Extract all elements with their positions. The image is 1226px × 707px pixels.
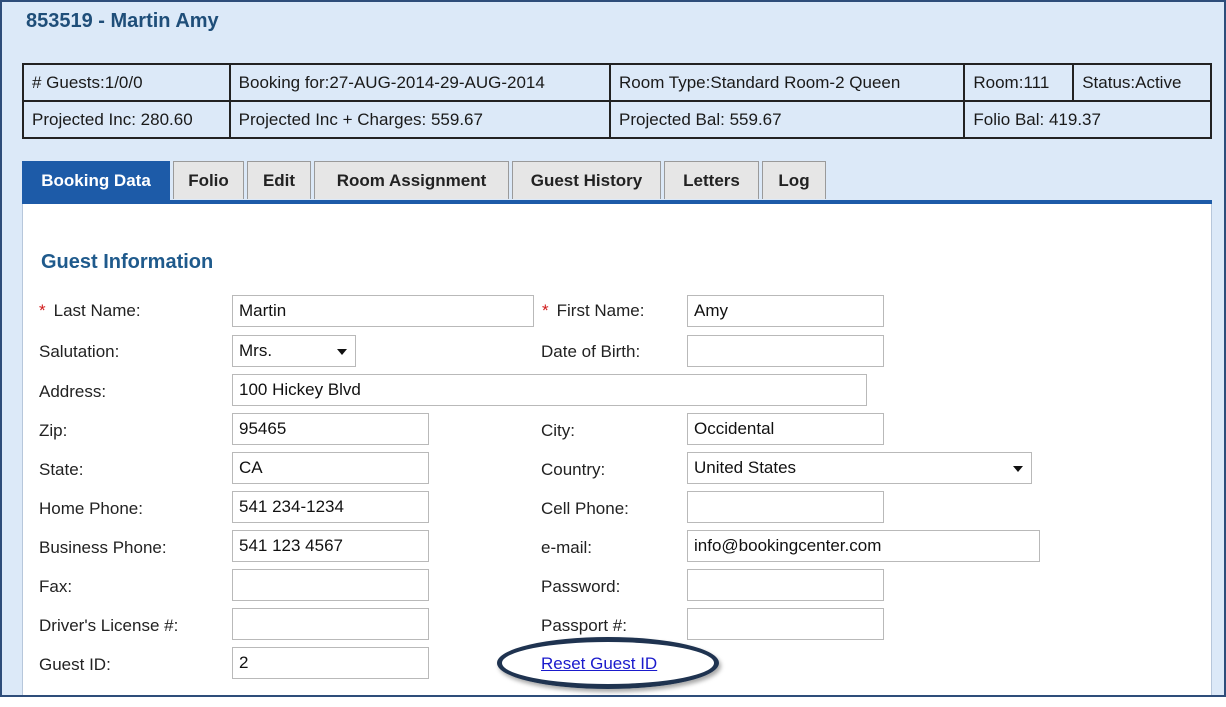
address-input[interactable]: 100 Hickey Blvd [232, 374, 867, 406]
state-label: State: [39, 460, 84, 479]
guest-id-input[interactable]: 2 [232, 647, 429, 679]
projected-income-charges: Projected Inc + Charges: 559.67 [228, 100, 612, 139]
required-marker: * [542, 301, 549, 320]
booking-dates: Booking for:27-AUG-2014-29-AUG-2014 [228, 63, 612, 102]
tab-guest-history[interactable]: Guest History [512, 161, 661, 199]
fax-input[interactable] [232, 569, 429, 601]
guest-information-panel: Guest Information * Last Name: Martin * Fi… [22, 204, 1212, 695]
booking-window: 853519 - Martin Amy # Guests:1/0/0 Booki… [0, 0, 1226, 697]
address-label: Address: [39, 382, 107, 401]
folio-balance: Folio Bal: 419.37 [963, 100, 1212, 139]
cell-phone-label: Cell Phone: [541, 499, 629, 518]
email-label: e-mail: [541, 538, 593, 557]
last-name-input[interactable]: Martin [232, 295, 534, 327]
first-name-label: * First Name: [542, 301, 644, 321]
required-marker: * [39, 301, 46, 320]
business-phone-input[interactable]: 541 123 4567 [232, 530, 429, 562]
passport-input[interactable] [687, 608, 884, 640]
last-name-label-text: Last Name: [53, 301, 141, 320]
salutation-select[interactable]: Mrs. [232, 335, 356, 367]
first-name-input[interactable]: Amy [687, 295, 884, 327]
guests-count: # Guests:1/0/0 [22, 63, 231, 102]
tab-log[interactable]: Log [762, 161, 826, 199]
summary-row: # Guests:1/0/0 Booking for:27-AUG-2014-2… [22, 63, 1212, 102]
drivers-license-label: Driver's License #: [39, 616, 179, 635]
first-name-label-text: First Name: [556, 301, 645, 320]
section-title: Guest Information [41, 251, 214, 273]
city-label: City: [541, 421, 575, 440]
salutation-value: Mrs. [239, 341, 273, 360]
tab-room-assignment[interactable]: Room Assignment [314, 161, 509, 199]
country-select[interactable]: United States [687, 452, 1032, 484]
passport-label: Passport #: [541, 616, 627, 635]
tab-letters[interactable]: Letters [664, 161, 759, 199]
password-label: Password: [541, 577, 621, 596]
projected-balance: Projected Bal: 559.67 [609, 100, 966, 139]
chevron-down-icon [337, 349, 347, 355]
zip-label: Zip: [39, 421, 68, 440]
date-of-birth-input[interactable] [687, 335, 884, 367]
tab-booking-data[interactable]: Booking Data [22, 161, 170, 202]
guest-id-label: Guest ID: [39, 655, 111, 674]
tab-folio[interactable]: Folio [173, 161, 244, 199]
booking-status: Status:Active [1072, 63, 1212, 102]
home-phone-input[interactable]: 541 234-1234 [232, 491, 429, 523]
salutation-label: Salutation: [39, 342, 120, 361]
room-number: Room:111 [963, 63, 1075, 102]
email-input[interactable]: info@bookingcenter.com [687, 530, 1040, 562]
chevron-down-icon [1013, 466, 1023, 472]
state-input[interactable]: CA [232, 452, 429, 484]
drivers-license-input[interactable] [232, 608, 429, 640]
home-phone-label: Home Phone: [39, 499, 143, 518]
summary-row: Projected Inc: 280.60 Projected Inc + Ch… [22, 100, 1212, 139]
date-of-birth-label: Date of Birth: [541, 342, 641, 361]
page-title: 853519 - Martin Amy [26, 10, 219, 32]
fax-label: Fax: [39, 577, 73, 596]
password-input[interactable] [687, 569, 884, 601]
country-value: United States [694, 458, 797, 477]
zip-input[interactable]: 95465 [232, 413, 429, 445]
projected-income: Projected Inc: 280.60 [22, 100, 231, 139]
city-input[interactable]: Occidental [687, 413, 884, 445]
business-phone-label: Business Phone: [39, 538, 167, 557]
last-name-label: * Last Name: [39, 301, 141, 321]
highlight-oval [497, 637, 719, 689]
tab-edit[interactable]: Edit [247, 161, 311, 199]
country-label: Country: [541, 460, 606, 479]
booking-summary-table: # Guests:1/0/0 Booking for:27-AUG-2014-2… [22, 63, 1212, 139]
room-type: Room Type:Standard Room-2 Queen [609, 63, 966, 102]
cell-phone-input[interactable] [687, 491, 884, 523]
